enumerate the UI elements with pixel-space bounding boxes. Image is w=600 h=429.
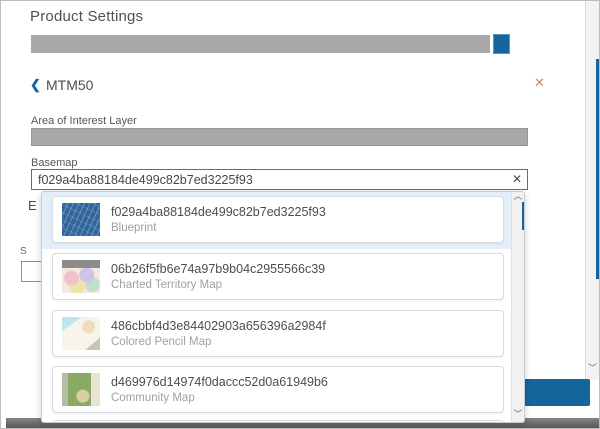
product-settings-window: Product Settings ﹀ ❮ MTM50 ✕ Area of Int… (0, 0, 600, 429)
dropdown-scrollbar[interactable]: ︿ ﹀ (511, 192, 524, 422)
basemap-option-card-partial[interactable] (52, 420, 504, 423)
basemap-label: Basemap (31, 157, 77, 169)
basemap-option-name: Colored Pencil Map (111, 336, 326, 348)
charted-territory-map-thumbnail (62, 260, 100, 293)
basemap-option-id: d469976d14974f0daccc52d0a61949b6 (111, 375, 328, 389)
dropdown-scrollbar-up-icon[interactable]: ︿ (512, 192, 524, 201)
close-icon[interactable]: ✕ (534, 75, 545, 91)
window-scrollbar[interactable]: ﹀ (585, 1, 599, 380)
occluded-label-fragment: E (28, 198, 37, 213)
window-scrollbar-down-icon[interactable]: ﹀ (586, 363, 599, 373)
basemap-option-name: Community Map (111, 392, 328, 404)
dropdown-scrollbar-down-icon[interactable]: ﹀ (512, 409, 524, 419)
colored-pencil-map-thumbnail (62, 317, 100, 350)
primary-action-button[interactable] (523, 379, 590, 406)
basemap-option-row[interactable]: d469976d14974f0daccc52d0a61949b6 Communi… (42, 362, 511, 419)
blueprint-map-thumbnail (62, 203, 100, 236)
basemap-option-card[interactable]: 486cbbf4d3e84402903a656396a2984f Colored… (52, 310, 504, 357)
basemap-option-id: 06b26f5fb6e74a97b9b04c2955566c39 (111, 262, 325, 276)
clear-input-icon[interactable]: ✕ (512, 172, 522, 186)
basemap-input[interactable] (32, 170, 527, 189)
basemap-option-card[interactable]: d469976d14974f0daccc52d0a61949b6 Communi… (52, 366, 504, 413)
basemap-option-row[interactable]: 486cbbf4d3e84402903a656396a2984f Colored… (42, 306, 511, 363)
basemap-option-card[interactable]: f029a4ba88184de499c82b7ed3225f93 Bluepri… (52, 196, 504, 243)
aoi-layer-label: Area of Interest Layer (31, 115, 137, 127)
settings-slider-track[interactable] (31, 35, 490, 53)
basemap-option-row[interactable]: f029a4ba88184de499c82b7ed3225f93 Bluepri… (42, 192, 511, 249)
occluded-label-fragment: S (20, 246, 27, 257)
window-scrollbar-thumb[interactable] (596, 59, 600, 279)
settings-slider-handle[interactable] (493, 34, 510, 54)
back-chevron-icon[interactable]: ❮ (30, 77, 41, 93)
basemap-option-name: Blueprint (111, 222, 326, 234)
basemap-dropdown-list: f029a4ba88184de499c82b7ed3225f93 Bluepri… (42, 192, 511, 422)
basemap-input-wrap: ✕ (31, 169, 528, 190)
basemap-option-name: Charted Territory Map (111, 279, 325, 291)
basemap-option-id: 486cbbf4d3e84402903a656396a2984f (111, 319, 326, 333)
basemap-option-card[interactable]: 06b26f5fb6e74a97b9b04c2955566c39 Charted… (52, 253, 504, 300)
page-title: Product Settings (30, 8, 143, 25)
basemap-dropdown: f029a4ba88184de499c82b7ed3225f93 Bluepri… (41, 191, 525, 423)
community-map-thumbnail (62, 373, 100, 406)
dropdown-scrollbar-thumb[interactable] (522, 202, 525, 230)
basemap-option-id: f029a4ba88184de499c82b7ed3225f93 (111, 205, 326, 219)
aoi-layer-input[interactable] (31, 128, 528, 146)
back-button-label[interactable]: MTM50 (46, 77, 93, 93)
basemap-option-row[interactable]: 06b26f5fb6e74a97b9b04c2955566c39 Charted… (42, 249, 511, 306)
